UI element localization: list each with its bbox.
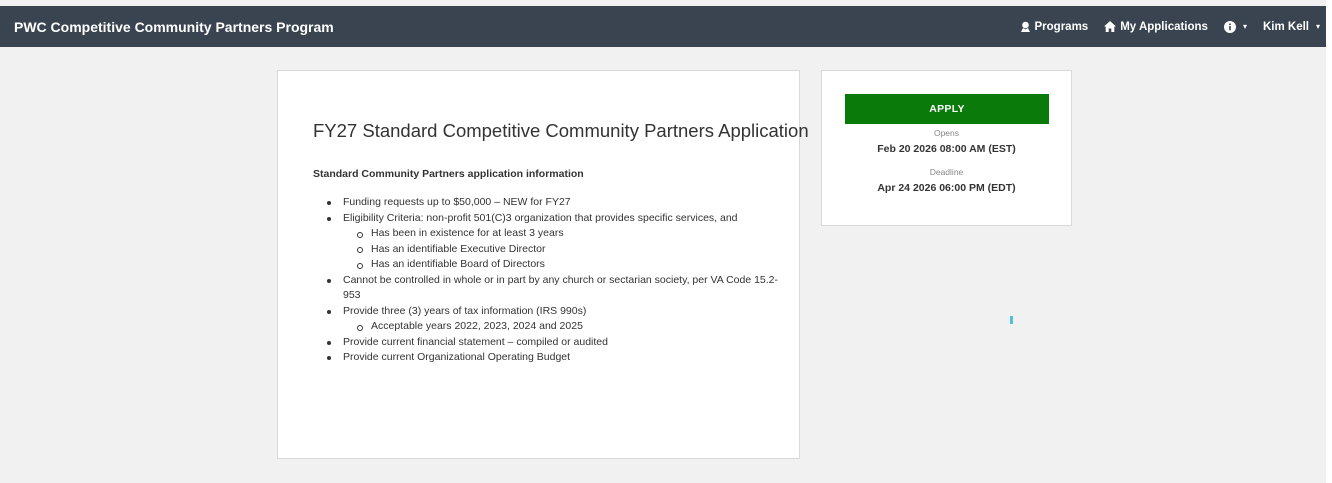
requirements-list: Funding requests up to $50,000 – NEW for…	[313, 195, 783, 366]
apply-button[interactable]: APPLY	[845, 94, 1049, 124]
list-item: Provide current financial statement – co…	[313, 335, 783, 351]
list-item: Has an identifiable Executive Director	[343, 242, 783, 258]
chevron-down-icon: ▾	[1242, 22, 1247, 31]
opens-label: Opens	[933, 128, 960, 138]
nav-my-applications-label: My Applications	[1120, 20, 1208, 33]
chevron-down-icon: ▾	[1315, 22, 1320, 31]
list-item: Provide three (3) years of tax informati…	[313, 304, 783, 335]
list-item: Funding requests up to $50,000 – NEW for…	[313, 195, 783, 211]
application-title: FY27 Standard Competitive Community Part…	[313, 120, 809, 141]
loading-indicator	[1010, 316, 1013, 324]
list-item: Has been in existence for at least 3 yea…	[343, 226, 783, 242]
nav-programs-label: Programs	[1034, 20, 1089, 33]
award-icon	[1020, 21, 1031, 33]
list-item: Eligibility Criteria: non-profit 501(C)3…	[313, 211, 783, 273]
user-name: Kim Kell	[1262, 20, 1309, 33]
brand-link[interactable]: PWC Competitive Community Partners Progr…	[14, 19, 334, 35]
deadline-label: Deadline	[929, 167, 964, 177]
tax-sublist: Acceptable years 2022, 2023, 2024 and 20…	[343, 319, 783, 335]
deadline-date: Apr 24 2026 06:00 PM (EDT)	[877, 182, 1016, 194]
top-navbar: PWC Competitive Community Partners Progr…	[0, 6, 1326, 47]
nav-programs[interactable]: Programs	[1020, 20, 1089, 33]
list-item: Cannot be controlled in whole or in part…	[313, 273, 783, 304]
home-icon	[1104, 21, 1117, 32]
apply-card: APPLY Opens Feb 20 2026 08:00 AM (EST) D…	[821, 70, 1072, 226]
eligibility-sublist: Has been in existence for at least 3 yea…	[343, 226, 783, 273]
list-item: Has an identifiable Board of Directors	[343, 257, 783, 273]
list-item: Provide current Organizational Operating…	[313, 350, 783, 366]
opens-date: Feb 20 2026 08:00 AM (EST)	[877, 143, 1016, 155]
section-heading: Standard Community Partners application …	[313, 168, 584, 180]
nav-my-applications[interactable]: My Applications	[1104, 21, 1208, 33]
nav-menu: Programs My Applications ▾ Kim Kell ▾	[1004, 20, 1326, 33]
application-details-card: FY27 Standard Competitive Community Part…	[277, 70, 809, 459]
help-menu[interactable]: ▾	[1223, 20, 1247, 33]
list-item: Acceptable years 2022, 2023, 2024 and 20…	[343, 319, 783, 335]
info-circle-icon	[1223, 20, 1236, 33]
user-menu[interactable]: Kim Kell ▾	[1263, 21, 1320, 33]
